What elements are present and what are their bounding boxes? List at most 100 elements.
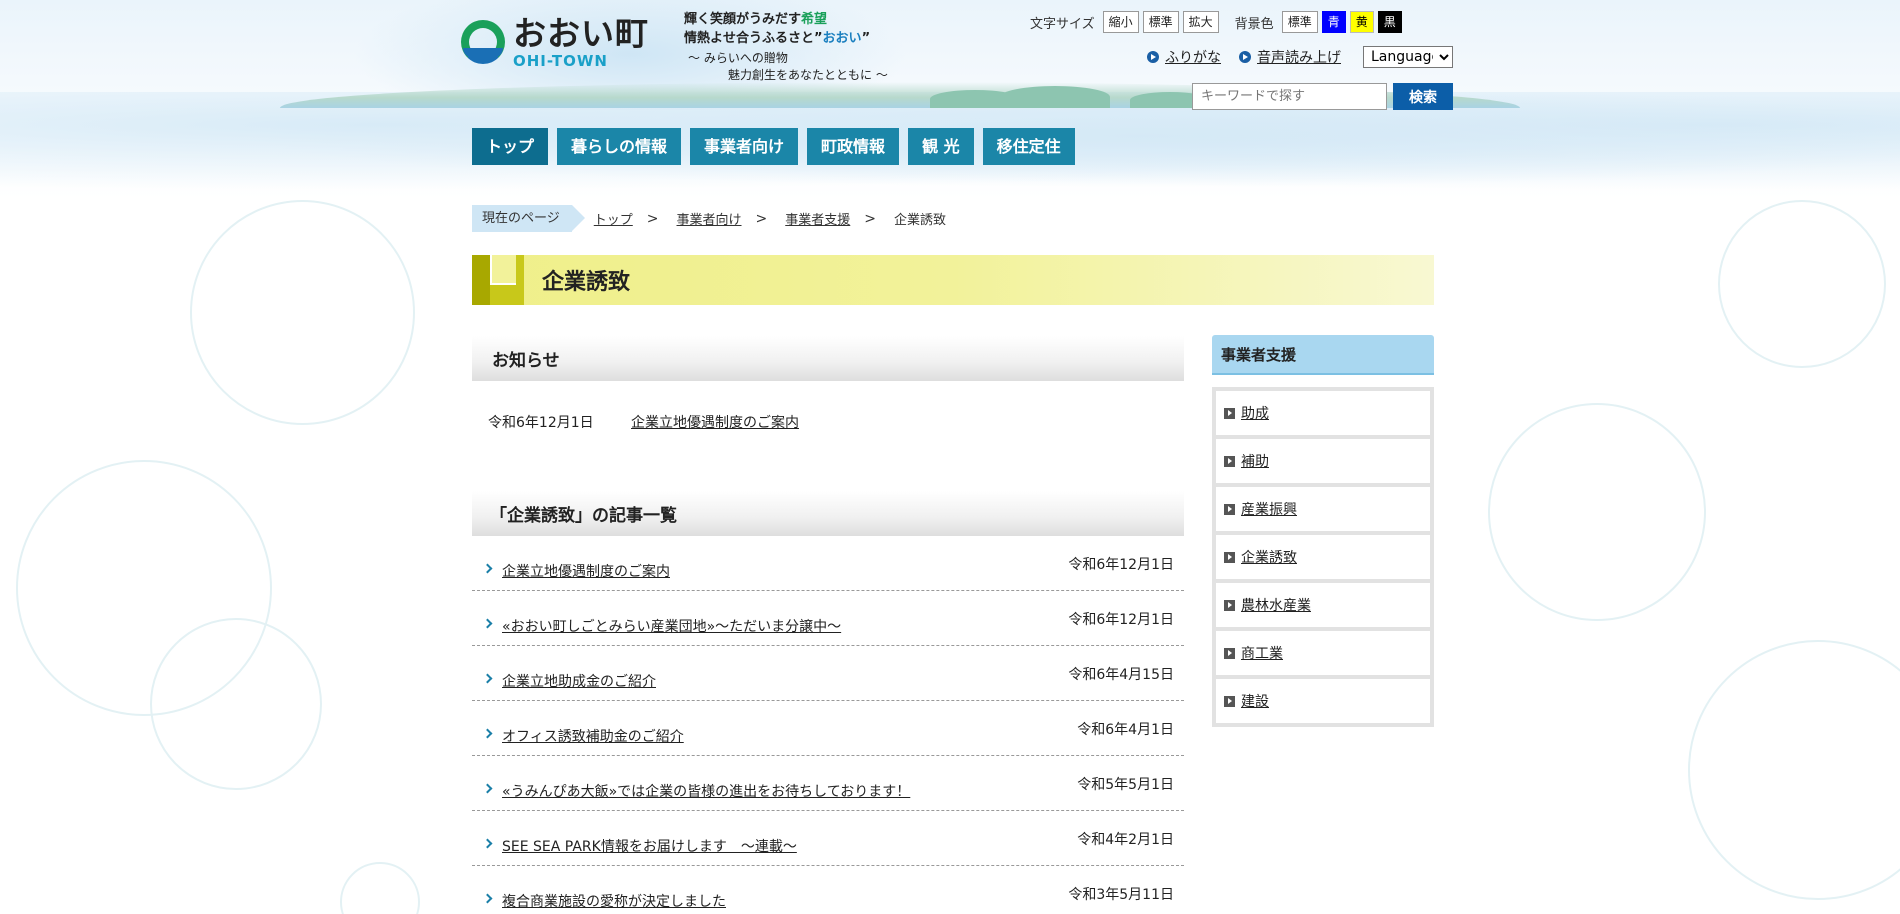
arrow-circle-icon [1239, 51, 1251, 63]
font-size-standard-button[interactable]: 標準 [1142, 11, 1179, 33]
logo-text-jp: おおい町 [513, 14, 649, 53]
breadcrumb-link-top[interactable]: トップ [594, 209, 633, 228]
sidebar-item-subsidy: 助成 [1216, 391, 1430, 435]
reading-toolbar: ふりがな 音声読み上げ Language [1147, 46, 1453, 68]
chevron-right-icon [482, 728, 493, 739]
nav-top[interactable]: トップ [472, 128, 549, 165]
breadcrumb-separator: > [646, 210, 659, 227]
arrow-square-icon [1224, 455, 1235, 467]
chevron-right-icon [482, 838, 493, 849]
sidebar-link[interactable]: 補助 [1241, 451, 1269, 471]
list-item: オフィス誘致補助金のご紹介 令和6年4月1日 [472, 701, 1184, 756]
article-date: 令和5年5月1日 [1077, 777, 1174, 793]
chevron-right-icon [482, 893, 493, 904]
list-item: SEE SEA PARK情報をお届けします ～連載～ 令和4年2月1日 [472, 811, 1184, 866]
breadcrumb-link-support[interactable]: 事業者支援 [785, 209, 850, 228]
chevron-right-icon [482, 618, 493, 629]
font-size-small-button[interactable]: 縮小 [1102, 11, 1139, 33]
bg-color-yellow-button[interactable]: 黄 [1349, 11, 1374, 33]
tagline: 輝く笑顔がうみだす希望 情熱よせ合うふるさと”おおい” [684, 12, 871, 46]
bg-color-black-button[interactable]: 黒 [1377, 11, 1402, 33]
arrow-circle-icon [1147, 51, 1159, 63]
background-circle [150, 618, 322, 790]
list-item: «うみんぴあ大飯»では企業の皆様の進出をお待ちしております！ 令和5年5月1日 [472, 756, 1184, 811]
sidebar: 事業者支援 助成 補助 産業振興 企業誘致 農林水産業 商工業 建設 [1212, 335, 1434, 727]
town-emblem-icon [459, 18, 507, 68]
notice-link[interactable]: 企業立地優遇制度のご案内 [631, 412, 799, 487]
nav-tourism[interactable]: 観 光 [908, 128, 974, 165]
notice-heading: お知らせ [472, 336, 1184, 381]
article-link[interactable]: «おおい町しごとみらい産業団地»～ただいま分譲中～ [502, 616, 841, 636]
search-button[interactable]: 検索 [1393, 83, 1453, 110]
list-item: 企業立地優遇制度のご案内 令和6年12月1日 [472, 536, 1184, 591]
notice-item: 令和6年12月1日 企業立地優遇制度のご案内 [472, 381, 1184, 487]
sidebar-heading: 事業者支援 [1212, 335, 1434, 375]
nav-relocation[interactable]: 移住定住 [982, 128, 1075, 165]
sidebar-link[interactable]: 商工業 [1241, 643, 1283, 663]
article-date: 令和6年12月1日 [1068, 557, 1174, 573]
article-link[interactable]: «うみんぴあ大飯»では企業の皆様の進出をお待ちしております！ [502, 781, 910, 801]
list-item: «おおい町しごとみらい産業団地»～ただいま分譲中～ 令和6年12月1日 [472, 591, 1184, 646]
logo-text-en: OHI-TOWN [513, 52, 608, 70]
article-date: 令和6年4月1日 [1077, 722, 1174, 738]
article-list-heading: 「企業誘致」の記事一覧 [472, 491, 1184, 536]
bg-color-standard-button[interactable]: 標準 [1281, 11, 1318, 33]
speech-link[interactable]: 音声読み上げ [1239, 47, 1341, 67]
article-link[interactable]: SEE SEA PARK情報をお届けします ～連載～ [502, 836, 797, 856]
notice-date: 令和6年12月1日 [488, 415, 594, 431]
article-link[interactable]: オフィス誘致補助金のご紹介 [502, 726, 684, 746]
page-title-bar: 企業誘致 [472, 255, 1434, 305]
breadcrumb-current: 企業誘致 [894, 213, 947, 228]
title-decoration-icon [472, 255, 524, 305]
arrow-square-icon [1224, 551, 1235, 563]
sidebar-menu: 助成 補助 産業振興 企業誘致 農林水産業 商工業 建設 [1212, 387, 1434, 727]
nav-business[interactable]: 事業者向け [690, 128, 799, 165]
arrow-square-icon [1224, 503, 1235, 515]
search-input[interactable] [1192, 83, 1387, 110]
chevron-right-icon [482, 673, 493, 684]
breadcrumb-link-business[interactable]: 事業者向け [677, 209, 742, 228]
arrow-square-icon [1224, 695, 1235, 707]
site-logo[interactable]: おおい町 OHI-TOWN [459, 16, 649, 70]
sidebar-item-attraction: 企業誘致 [1216, 535, 1430, 579]
list-item: 複合商業施設の愛称が決定しました 令和3年5月11日 [472, 866, 1184, 914]
nav-living[interactable]: 暮らしの情報 [557, 128, 682, 165]
sidebar-link[interactable]: 建設 [1241, 691, 1269, 711]
background-circle [1488, 403, 1706, 621]
bg-color-label: 背景色 [1234, 16, 1274, 32]
breadcrumb-separator: > [755, 210, 768, 227]
bg-color-blue-button[interactable]: 青 [1321, 11, 1346, 33]
sidebar-item-industry: 産業振興 [1216, 487, 1430, 531]
chevron-right-icon [482, 563, 493, 574]
nav-government[interactable]: 町政情報 [807, 128, 900, 165]
breadcrumb-separator: > [864, 210, 876, 227]
breadcrumb: 現在のページ トップ > 事業者向け > 事業者支援 > 企業誘致 [472, 205, 946, 232]
sidebar-item-construction: 建設 [1216, 679, 1430, 723]
font-size-large-button[interactable]: 拡大 [1182, 11, 1219, 33]
article-link[interactable]: 企業立地優遇制度のご案内 [502, 561, 670, 581]
sidebar-link[interactable]: 企業誘致 [1241, 547, 1297, 567]
article-list: 企業立地優遇制度のご案内 令和6年12月1日 «おおい町しごとみらい産業団地»～た… [472, 536, 1184, 914]
article-date: 令和4年2月1日 [1077, 832, 1174, 848]
article-link[interactable]: 複合商業施設の愛称が決定しました [502, 891, 726, 911]
article-link[interactable]: 企業立地助成金のご紹介 [502, 671, 656, 691]
tagline-sub: ～ みらいへの贈物 魅力創生をあなたとともに ～ [688, 51, 888, 82]
sidebar-link[interactable]: 助成 [1241, 403, 1269, 423]
site-search: 検索 [1192, 83, 1453, 110]
language-select[interactable]: Language [1363, 46, 1453, 68]
arrow-square-icon [1224, 599, 1235, 611]
font-size-label: 文字サイズ [1030, 16, 1095, 32]
article-date: 令和6年12月1日 [1068, 612, 1174, 628]
background-circle [190, 200, 415, 425]
breadcrumb-label: 現在のページ [472, 205, 585, 232]
sidebar-link[interactable]: 農林水産業 [1241, 595, 1311, 615]
background-circle [1688, 640, 1900, 900]
arrow-square-icon [1224, 647, 1235, 659]
header-background [0, 0, 1900, 200]
global-nav: トップ 暮らしの情報 事業者向け 町政情報 観 光 移住定住 [472, 128, 1084, 165]
page-title: 企業誘致 [542, 270, 631, 295]
sidebar-link[interactable]: 産業振興 [1241, 499, 1297, 519]
sidebar-item-agriculture: 農林水産業 [1216, 583, 1430, 627]
furigana-link[interactable]: ふりがな [1147, 47, 1221, 67]
article-date: 令和6年4月15日 [1068, 667, 1174, 683]
